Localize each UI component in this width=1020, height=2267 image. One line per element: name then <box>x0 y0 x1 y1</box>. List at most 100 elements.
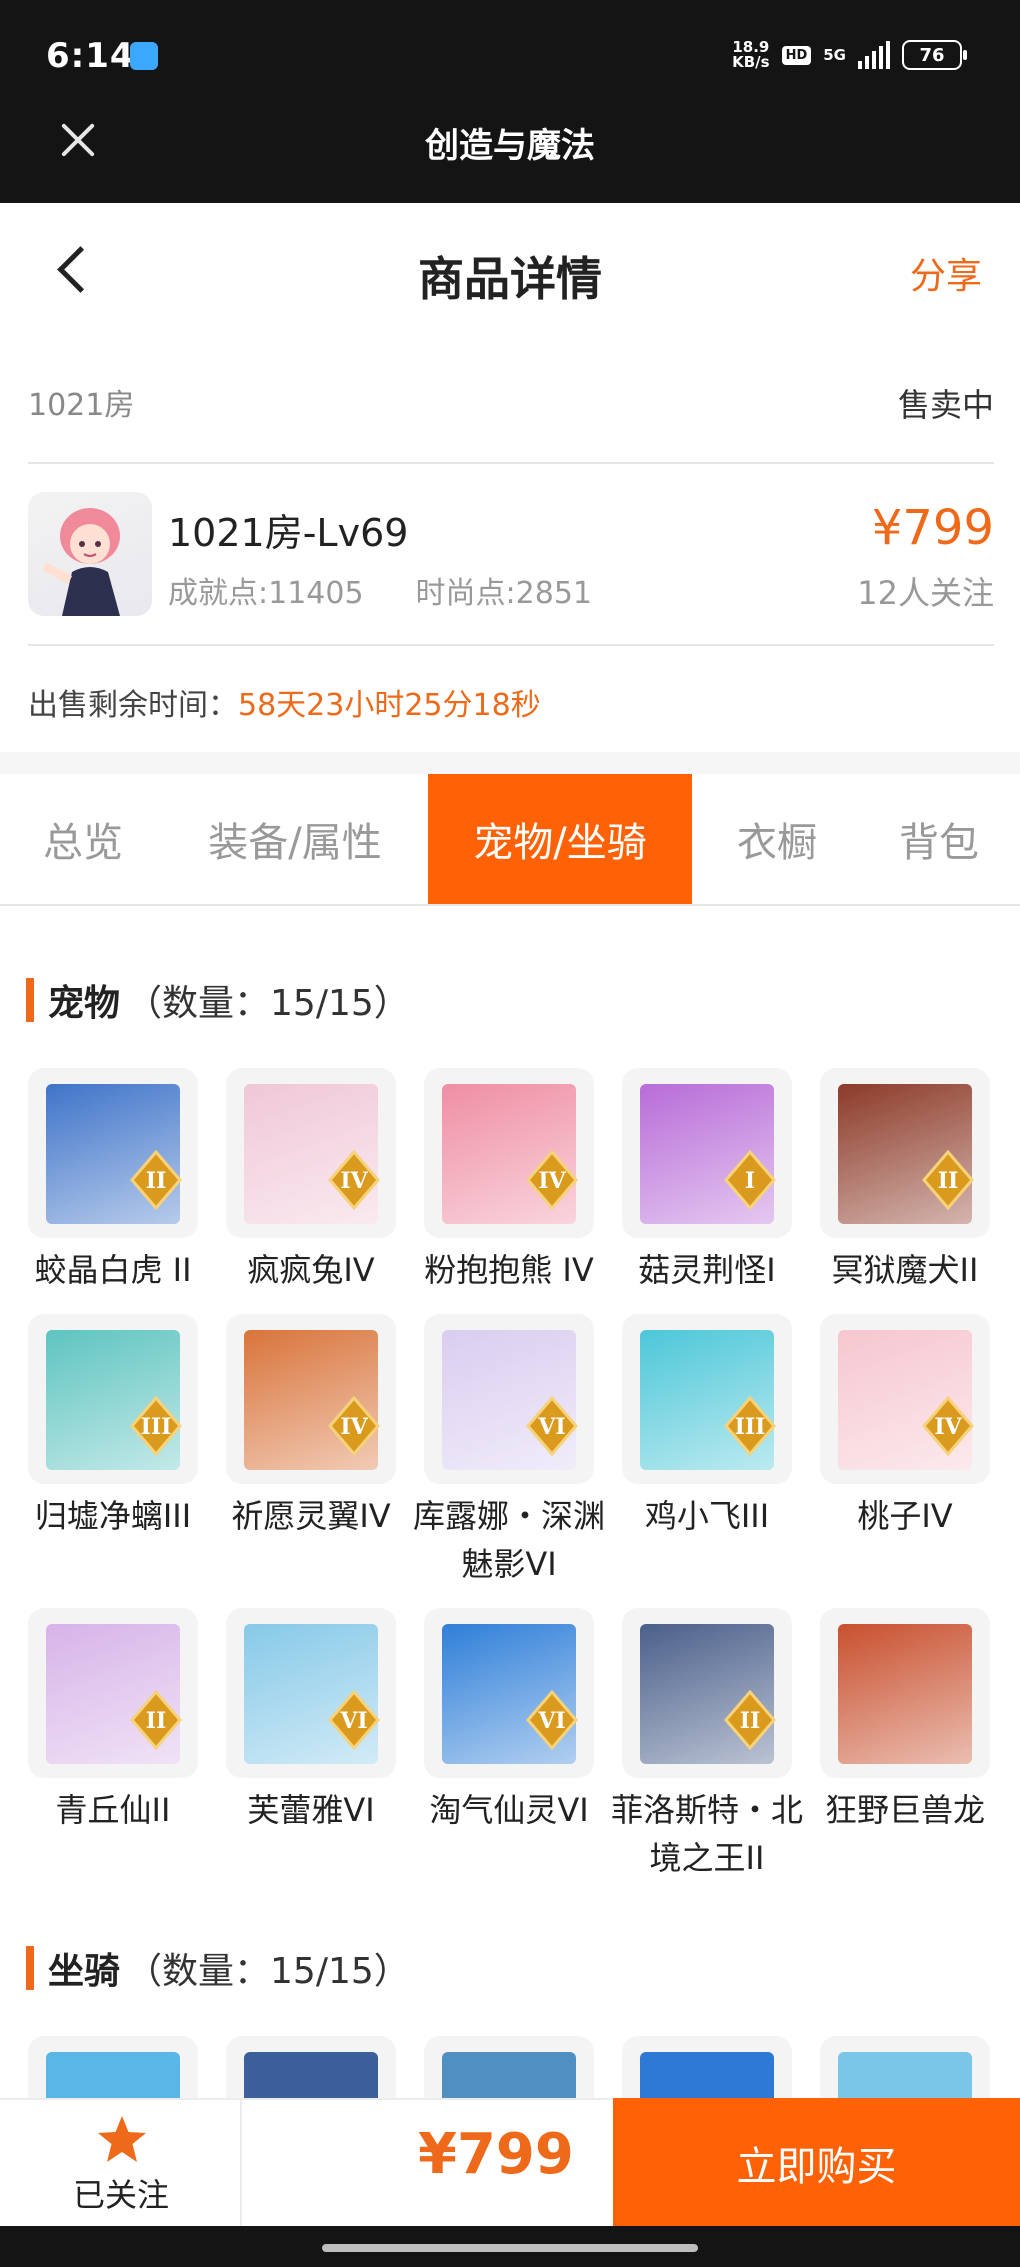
network-type: 5G <box>823 45 846 64</box>
app-title: 创造与魔法 <box>425 126 595 166</box>
rank-badge-icon: IV <box>328 1395 380 1457</box>
pet-thumbnail: IV <box>820 1314 990 1484</box>
pet-thumbnail: VI <box>424 1314 594 1484</box>
tab-pets-mounts[interactable]: 宠物/坐骑 <box>428 774 692 904</box>
status-bar: 6:14 18.9 KB/s HD 5G 76 <box>0 0 1020 98</box>
mounts-section-count: （数量：15/15） <box>126 1951 410 1992</box>
pet-thumbnail: III <box>622 1314 792 1484</box>
mounts-section-title: 坐骑 <box>48 1951 121 1992</box>
tab-overview[interactable]: 总览 <box>18 774 148 904</box>
pet-name: 青丘仙II <box>55 1791 171 1829</box>
pet-name: 蛟晶白虎 II <box>34 1251 192 1289</box>
fashion-points: 时尚点:2851 <box>415 576 593 611</box>
rank-badge-label: III <box>735 1414 766 1440</box>
pets-section-count: （数量：15/15） <box>126 983 410 1024</box>
divider <box>28 462 994 464</box>
rank-badge-label: II <box>146 1168 167 1194</box>
page-title: 商品详情 <box>418 252 602 306</box>
pet-thumbnail: I <box>622 1068 792 1238</box>
bottom-price: ¥799 <box>418 2122 574 2187</box>
tab-backpack[interactable]: 背包 <box>874 774 1004 904</box>
pet-name: 疯疯兔IV <box>247 1251 375 1289</box>
pet-thumbnail: II <box>28 1608 198 1778</box>
rank-badge-label: VI <box>339 1708 367 1734</box>
rank-badge-icon: I <box>724 1149 776 1211</box>
system-navigation-bar <box>0 2226 1020 2267</box>
tab-wardrobe[interactable]: 衣橱 <box>712 774 842 904</box>
star-icon <box>98 2116 146 2162</box>
pet-image <box>838 1624 972 1764</box>
pet-thumbnail: III <box>28 1314 198 1484</box>
product-title: 1021房-Lv69 <box>168 511 409 555</box>
rank-badge-label: VI <box>537 1708 565 1734</box>
pet-name: 芙蕾雅VI <box>247 1791 375 1829</box>
share-button[interactable]: 分享 <box>910 247 982 299</box>
rank-badge-icon: II <box>130 1689 182 1751</box>
rank-badge-icon: VI <box>526 1689 578 1751</box>
pets-section-title: 宠物 <box>48 983 121 1024</box>
pet-name: 桃子IV <box>857 1497 953 1535</box>
app-bar: 创造与魔法 <box>0 98 1020 203</box>
status-time: 6:14 <box>46 36 135 76</box>
rank-badge-label: IV <box>934 1414 962 1440</box>
pet-name: 祈愿灵翼IV <box>231 1497 391 1535</box>
rank-badge-icon: II <box>724 1689 776 1751</box>
pet-thumbnail: II <box>820 1068 990 1238</box>
product-stats: 成就点:11405 时尚点:2851 <box>168 568 592 612</box>
rank-badge-icon: VI <box>526 1395 578 1457</box>
pet-thumbnail <box>820 1608 990 1778</box>
network-speed-unit: KB/s <box>732 53 770 71</box>
pet-thumbnail: II <box>28 1068 198 1238</box>
pet-name: 淘气仙灵VI <box>429 1791 589 1829</box>
tab-equipment[interactable]: 装备/属性 <box>190 774 400 904</box>
rank-badge-icon: IV <box>526 1149 578 1211</box>
app-root: 6:14 18.9 KB/s HD 5G 76 创造与魔法 商品详情 分享 10… <box>0 0 1020 2267</box>
remaining-time-row: 出售剩余时间：58天23小时25分18秒 <box>28 680 541 724</box>
status-indicators: 18.9 KB/s HD 5G 76 <box>732 40 967 70</box>
network-speed: 18.9 KB/s <box>732 40 769 70</box>
home-gesture-handle[interactable] <box>322 2244 698 2252</box>
hd-icon: HD <box>781 45 812 65</box>
detail-tabs: 总览 装备/属性 宠物/坐骑 衣橱 背包 <box>0 774 1020 906</box>
pet-name: 库露娜・深渊魅影VI <box>412 1497 605 1583</box>
app-notification-icon <box>130 42 158 70</box>
signal-icon <box>858 41 890 69</box>
battery-level: 76 <box>919 44 945 66</box>
pet-name: 冥狱魔犬II <box>831 1251 979 1289</box>
pets-section-header: 宠物 （数量：15/15） <box>26 974 410 1026</box>
rank-badge-icon: III <box>130 1395 182 1457</box>
rank-badge-label: IV <box>340 1168 368 1194</box>
rank-badge-icon: II <box>130 1149 182 1211</box>
pet-name: 鸡小飞III <box>644 1497 770 1535</box>
server-name: 1021房 <box>28 388 135 423</box>
rank-badge-icon: IV <box>328 1149 380 1211</box>
rank-badge-label: VI <box>537 1414 565 1440</box>
rank-badge-icon: IV <box>922 1395 974 1457</box>
rank-badge-label: II <box>740 1708 761 1734</box>
section-separator <box>0 752 1020 774</box>
product-price: ¥799 <box>871 500 994 556</box>
follow-button[interactable]: 已关注 <box>0 2100 242 2228</box>
remaining-time-value: 58天23小时25分18秒 <box>238 688 541 723</box>
rank-badge-label: IV <box>538 1168 566 1194</box>
section-accent-bar <box>26 1946 34 1990</box>
pet-thumbnail: VI <box>424 1608 594 1778</box>
rank-badge-label: II <box>938 1168 959 1194</box>
pet-thumbnail: IV <box>424 1068 594 1238</box>
character-avatar[interactable] <box>28 492 152 616</box>
pet-name: 粉抱抱熊 IV <box>424 1251 594 1289</box>
pet-name: 菲洛斯特・北境之王II <box>610 1791 803 1877</box>
rank-badge-label: I <box>745 1168 755 1194</box>
follower-count: 12人关注 <box>857 574 994 612</box>
sale-status: 售卖中 <box>897 386 994 424</box>
follow-label: 已关注 <box>72 2176 169 2214</box>
pet-thumbnail: IV <box>226 1314 396 1484</box>
achievement-points: 成就点:11405 <box>168 576 364 611</box>
buy-now-button[interactable]: 立即购买 <box>613 2098 1020 2228</box>
rank-badge-label: III <box>141 1414 172 1440</box>
pet-thumbnail: II <box>622 1608 792 1778</box>
remaining-time-label: 出售剩余时间： <box>28 688 238 723</box>
battery-icon: 76 <box>902 40 967 70</box>
rank-badge-icon: II <box>922 1149 974 1211</box>
pet-thumbnail: VI <box>226 1608 396 1778</box>
